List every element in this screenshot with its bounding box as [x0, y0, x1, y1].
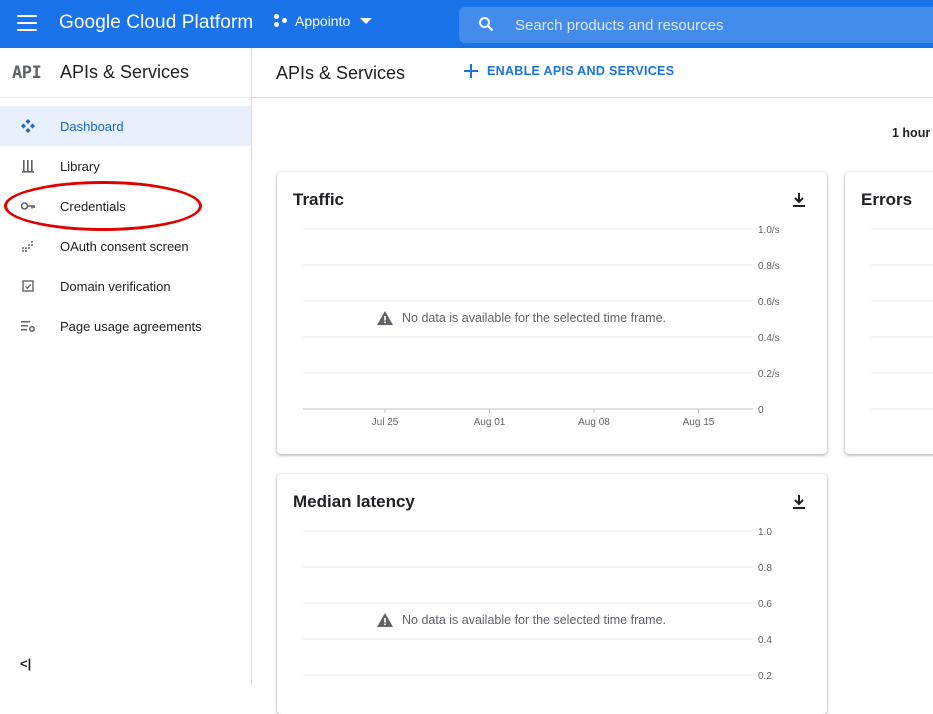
y-tick-label: 0.6/s — [758, 297, 780, 308]
y-tick-label: 0.8 — [758, 563, 772, 574]
y-tick-label: 1.0/s — [758, 225, 780, 236]
enable-apis-button[interactable]: ENABLE APIS AND SERVICES — [464, 64, 674, 78]
library-icon — [22, 160, 34, 173]
search-bar[interactable] — [459, 7, 933, 43]
no-data-message: No data is available for the selected ti… — [402, 311, 667, 325]
plus-icon — [464, 64, 478, 78]
sidebar-item-library[interactable]: Library — [0, 146, 251, 186]
y-tick-label: 0.8/s — [758, 261, 780, 272]
traffic-card: Traffic 1.0/s 0.8/s 0.6/s 0.4/s 0.2/s 0 Jul 25… — [277, 172, 827, 454]
sidebar-item-label: Page usage agreements — [60, 319, 202, 334]
latency-no-data: No data is available for the selected ti… — [377, 613, 666, 627]
settings-list-icon — [21, 321, 35, 332]
brand-title[interactable]: Google Cloud Platform — [59, 12, 253, 34]
search-icon — [479, 17, 494, 32]
errors-chart — [871, 228, 933, 410]
y-tick-label: 0.4/s — [758, 333, 780, 344]
sidebar-title: APIs & Services — [60, 62, 190, 82]
x-tick-label: Aug 08 — [578, 417, 610, 428]
sidebar-item-label: Dashboard — [60, 119, 124, 134]
sidebar-item-label: Domain verification — [60, 279, 171, 294]
domain-check-icon — [22, 280, 34, 292]
x-tick-label: Jul 25 — [372, 417, 399, 428]
warning-icon — [377, 311, 393, 325]
errors-card: Errors — [845, 172, 933, 454]
menu-icon[interactable] — [17, 15, 37, 33]
time-range-selector[interactable]: 1 hour — [892, 126, 930, 140]
y-tick-label: 0.2 — [758, 671, 772, 682]
page-title: APIs & Services — [276, 63, 406, 83]
project-selector[interactable]: Appointo — [274, 13, 373, 29]
api-logo: API — [12, 63, 42, 83]
latency-card: Median latency 1.0 0.8 0.6 0.4 0.2 No data i… — [277, 474, 827, 714]
y-tick-label: 0 — [758, 405, 764, 416]
main-header: APIs & Services ENABLE APIS AND SERVICES — [252, 48, 933, 98]
chevron-down-icon — [360, 18, 373, 24]
enable-apis-label: ENABLE APIS AND SERVICES — [487, 64, 675, 78]
x-tick-label: Aug 15 — [683, 417, 715, 428]
x-tick-label: Aug 01 — [474, 417, 506, 428]
traffic-no-data: No data is available for the selected ti… — [377, 311, 666, 325]
top-bar: Google Cloud Platform Appointo — [0, 0, 933, 48]
highlight-annotation — [4, 181, 202, 231]
y-tick-label: 0.4 — [758, 635, 772, 646]
dashboard-icon — [21, 119, 35, 133]
project-name: Appointo — [295, 13, 351, 29]
y-tick-label: 0.6 — [758, 599, 772, 610]
collapse-sidebar-button[interactable]: <| — [20, 656, 31, 671]
sidebar-item-page-usage[interactable]: Page usage agreements — [0, 306, 251, 346]
y-tick-label: 0.2/s — [758, 369, 780, 380]
latency-chart: 1.0 0.8 0.6 0.4 0.2 — [303, 527, 772, 682]
oauth-icon — [22, 241, 33, 252]
project-icon — [274, 14, 288, 28]
sidebar-item-label: Library — [60, 159, 100, 174]
sidebar-header: API APIs & Services — [0, 48, 251, 98]
warning-icon — [377, 613, 393, 627]
search-input[interactable] — [515, 13, 915, 37]
sidebar-item-oauth[interactable]: OAuth consent screen — [0, 226, 251, 266]
sidebar-item-dashboard[interactable]: Dashboard — [0, 106, 251, 146]
sidebar: API APIs & Services Dashboard Library Cr… — [0, 48, 252, 686]
no-data-message: No data is available for the selected ti… — [402, 613, 667, 627]
sidebar-item-domain-verification[interactable]: Domain verification — [0, 266, 251, 306]
sidebar-item-label: OAuth consent screen — [60, 239, 189, 254]
y-tick-label: 1.0 — [758, 527, 772, 538]
